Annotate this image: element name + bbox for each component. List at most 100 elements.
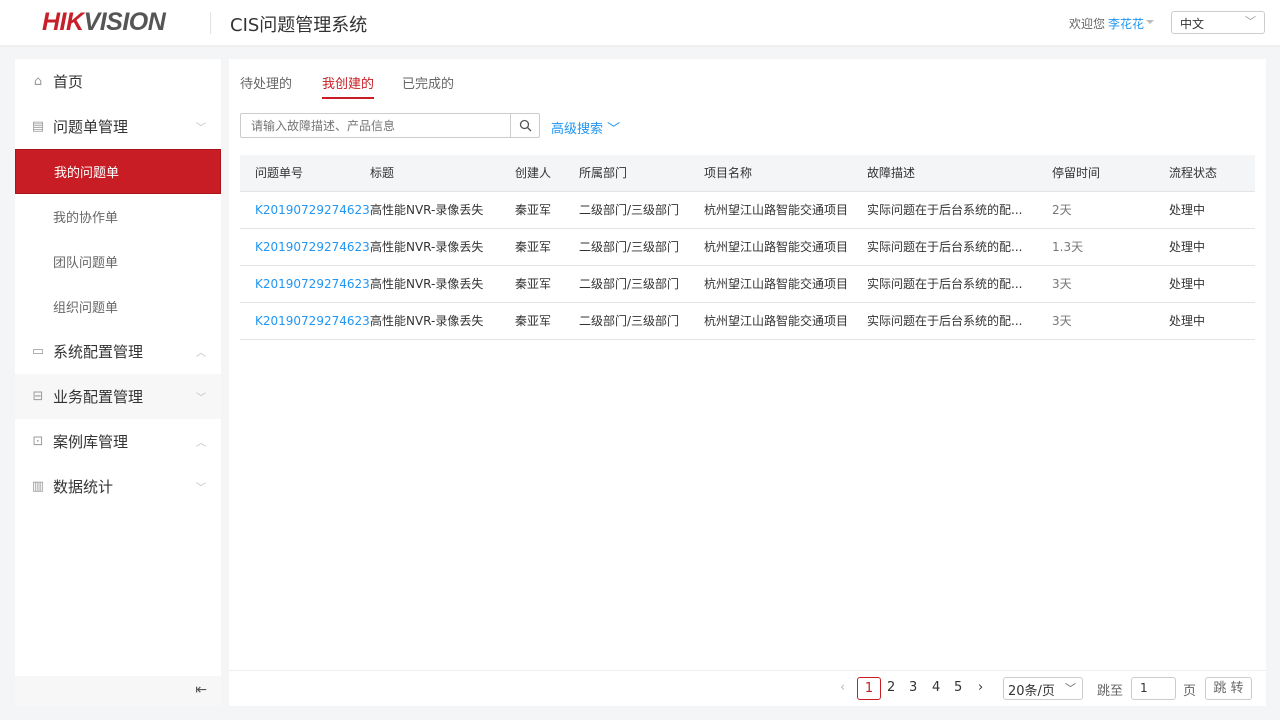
hikvision-logo: HIKVISION <box>42 8 165 37</box>
page-3[interactable]: 3 <box>909 680 917 695</box>
tab-pending[interactable]: 待处理的 <box>240 73 292 92</box>
status-cell: 处理中 <box>1169 191 1255 228</box>
settings-card-icon: ▭ <box>30 344 46 360</box>
collapse-menu-icon: ⇤ <box>195 682 207 698</box>
tab-completed[interactable]: 已完成的 <box>402 73 454 92</box>
project-cell: 杭州望江山路智能交通项目 <box>704 191 867 228</box>
sidebar-item-org-issues[interactable]: 组织问题单 <box>15 284 221 329</box>
chevron-down-icon: ﹀ <box>1245 13 1256 29</box>
chevron-up-icon: ︿ <box>196 344 206 359</box>
title-cell: 高性能NVR-录像丢失 <box>370 191 515 228</box>
issue-id-link[interactable]: K20190729274623 <box>240 228 370 265</box>
issue-id-link[interactable]: K20190729274623 <box>240 191 370 228</box>
language-select[interactable]: 中文﹀ <box>1171 11 1265 34</box>
title-cell: 高性能NVR-录像丢失 <box>370 265 515 302</box>
department-cell: 二级部门/三级部门 <box>579 265 704 302</box>
page-1[interactable]: 1 <box>857 677 881 700</box>
tab-created-by-me[interactable]: 我创建的 <box>322 73 374 92</box>
project-cell: 杭州望江山路智能交通项目 <box>704 302 867 339</box>
sidebar-item-statistics[interactable]: ▥数据统计﹀ <box>15 464 221 509</box>
table-row[interactable]: K20190729274623高性能NVR-录像丢失秦亚军二级部门/三级部门杭州… <box>240 265 1255 302</box>
top-header: HIKVISION CIS问题管理系统 欢迎您 李花花 中文﹀ <box>0 0 1280 45</box>
divider <box>210 12 211 34</box>
sidebar-item-business-config[interactable]: ⊟业务配置管理﹀ <box>15 374 221 419</box>
chevron-down-icon: ﹀ <box>196 389 206 404</box>
sidebar-item-team-issues[interactable]: 团队问题单 <box>15 239 221 284</box>
user-menu[interactable]: 李花花 <box>1108 15 1144 32</box>
creator-cell: 秦亚军 <box>515 191 579 228</box>
description-cell: 实际问题在于后台系统的配... <box>867 191 1052 228</box>
sidebar-item-case-library[interactable]: ⊡案例库管理︿ <box>15 419 221 464</box>
clipboard-icon: ▤ <box>30 119 46 135</box>
status-cell: 处理中 <box>1169 228 1255 265</box>
welcome-text: 欢迎您 <box>1069 15 1105 32</box>
duration-cell: 2天 <box>1052 191 1169 228</box>
jump-page-input[interactable]: 1 <box>1131 677 1176 700</box>
inbox-icon: ⊡ <box>30 434 46 450</box>
jump-label: 跳至 <box>1097 680 1123 699</box>
table-row[interactable]: K20190729274623高性能NVR-录像丢失秦亚军二级部门/三级部门杭州… <box>240 191 1255 228</box>
issues-table: 问题单号 标题 创建人 所属部门 项目名称 故障描述 停留时间 流程状态 K20… <box>240 155 1255 340</box>
col-header: 创建人 <box>515 155 579 191</box>
status-cell: 处理中 <box>1169 302 1255 339</box>
jump-button[interactable]: 跳 转 <box>1205 677 1252 700</box>
creator-cell: 秦亚军 <box>515 228 579 265</box>
chevron-down-icon: ﹀ <box>607 122 620 137</box>
main-panel: 待处理的 我创建的 已完成的 高级搜索 ﹀ 问题单号 标题 创建人 所属部门 项… <box>229 59 1266 706</box>
collapse-sidebar-button[interactable]: ⇤ <box>15 676 221 706</box>
caret-down-icon[interactable] <box>1146 20 1154 28</box>
search-input[interactable] <box>240 113 511 138</box>
system-title: CIS问题管理系统 <box>230 11 367 37</box>
home-icon: ⌂ <box>30 74 46 90</box>
project-cell: 杭州望江山路智能交通项目 <box>704 265 867 302</box>
pagination: ‹ 1 2 3 4 5 › 20条/页﹀ 跳至 1 页 跳 转 <box>229 670 1266 706</box>
sidebar-item-my-collab[interactable]: 我的协作单 <box>15 194 221 239</box>
col-header: 项目名称 <box>704 155 867 191</box>
chart-icon: ▥ <box>30 479 46 495</box>
page-2[interactable]: 2 <box>887 680 895 695</box>
table-row[interactable]: K20190729274623高性能NVR-录像丢失秦亚军二级部门/三级部门杭州… <box>240 228 1255 265</box>
department-cell: 二级部门/三级部门 <box>579 228 704 265</box>
sidebar-item-my-issues[interactable]: 我的问题单 <box>15 149 221 194</box>
col-header: 流程状态 <box>1169 155 1255 191</box>
page-4[interactable]: 4 <box>932 680 940 695</box>
sidebar: ⌂首页 ▤问题单管理﹀ 我的问题单 我的协作单 团队问题单 组织问题单 ▭系统配… <box>15 59 221 706</box>
briefcase-icon: ⊟ <box>30 389 46 405</box>
page-size-select[interactable]: 20条/页﹀ <box>1003 677 1083 700</box>
duration-cell: 3天 <box>1052 265 1169 302</box>
creator-cell: 秦亚军 <box>515 265 579 302</box>
col-header: 标题 <box>370 155 515 191</box>
page-unit-label: 页 <box>1183 680 1196 699</box>
page-5[interactable]: 5 <box>954 680 962 695</box>
title-cell: 高性能NVR-录像丢失 <box>370 228 515 265</box>
sidebar-item-home[interactable]: ⌂首页 <box>15 59 221 104</box>
advanced-search-toggle[interactable]: 高级搜索 ﹀ <box>551 118 620 137</box>
active-tab-indicator <box>322 97 374 99</box>
project-cell: 杭州望江山路智能交通项目 <box>704 228 867 265</box>
chevron-down-icon: ﹀ <box>196 479 206 494</box>
search-button[interactable] <box>510 113 540 138</box>
chevron-up-icon: ︿ <box>196 434 206 449</box>
description-cell: 实际问题在于后台系统的配... <box>867 302 1052 339</box>
sidebar-item-system-config[interactable]: ▭系统配置管理︿ <box>15 329 221 374</box>
col-header: 所属部门 <box>579 155 704 191</box>
chevron-down-icon: ﹀ <box>196 119 206 134</box>
status-cell: 处理中 <box>1169 265 1255 302</box>
sidebar-item-issue-management[interactable]: ▤问题单管理﹀ <box>15 104 221 149</box>
col-header: 问题单号 <box>240 155 370 191</box>
title-cell: 高性能NVR-录像丢失 <box>370 302 515 339</box>
duration-cell: 3天 <box>1052 302 1169 339</box>
issue-id-link[interactable]: K20190729274623 <box>240 302 370 339</box>
chevron-down-icon: ﹀ <box>1065 680 1076 696</box>
search-icon <box>519 119 532 132</box>
department-cell: 二级部门/三级部门 <box>579 302 704 339</box>
description-cell: 实际问题在于后台系统的配... <box>867 228 1052 265</box>
issue-id-link[interactable]: K20190729274623 <box>240 265 370 302</box>
department-cell: 二级部门/三级部门 <box>579 191 704 228</box>
col-header: 停留时间 <box>1052 155 1169 191</box>
duration-cell: 1.3天 <box>1052 228 1169 265</box>
table-row[interactable]: K20190729274623高性能NVR-录像丢失秦亚军二级部门/三级部门杭州… <box>240 302 1255 339</box>
col-header: 故障描述 <box>867 155 1052 191</box>
next-page-icon[interactable]: › <box>978 680 983 695</box>
prev-page-icon[interactable]: ‹ <box>840 680 845 695</box>
